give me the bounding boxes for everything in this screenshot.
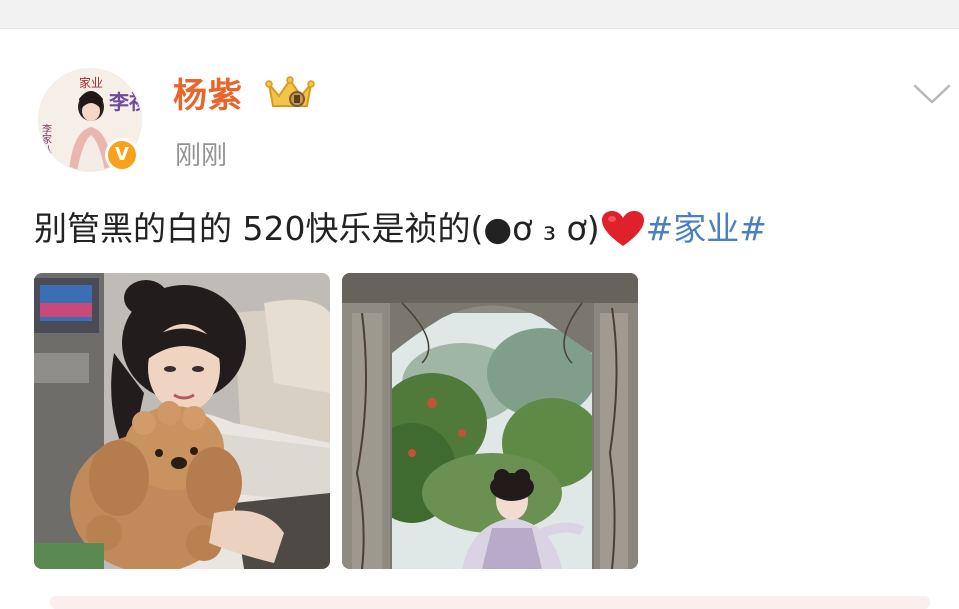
top-bar [0,0,959,29]
avatar-side-text: 李家八房 [40,123,52,165]
post-photo-2[interactable] [342,273,638,569]
next-card-edge [50,596,930,609]
post-text: 别管黑的白的 520快乐是祯的(●ơ ₃ ơ) #家业# [34,202,767,250]
author-name[interactable]: 杨紫 [173,68,243,117]
photo-woman-dog [34,273,330,569]
avatar-title-text: 家业 [79,75,103,90]
verified-badge-icon: V [105,138,139,172]
post-body-text: 别管黑的白的 520快乐是祯的(●ơ ₃ ơ) [34,209,600,248]
post-timestamp: 刚刚 [175,141,228,171]
chevron-down-icon[interactable] [912,82,952,106]
post-photo-1[interactable] [34,273,330,569]
crown-badge-icon[interactable] [265,74,315,114]
weibo-post-card: 家业 李祯 李家八房 V 杨紫 刚刚 别管黑的白的 520快乐是祯的(●ơ ₃ … [0,0,959,609]
photo-woman-arch [342,273,638,569]
topic-link[interactable]: #家业# [646,209,767,248]
heart-emoji-icon [601,211,644,246]
avatar-name-text: 李祯 [108,90,141,114]
